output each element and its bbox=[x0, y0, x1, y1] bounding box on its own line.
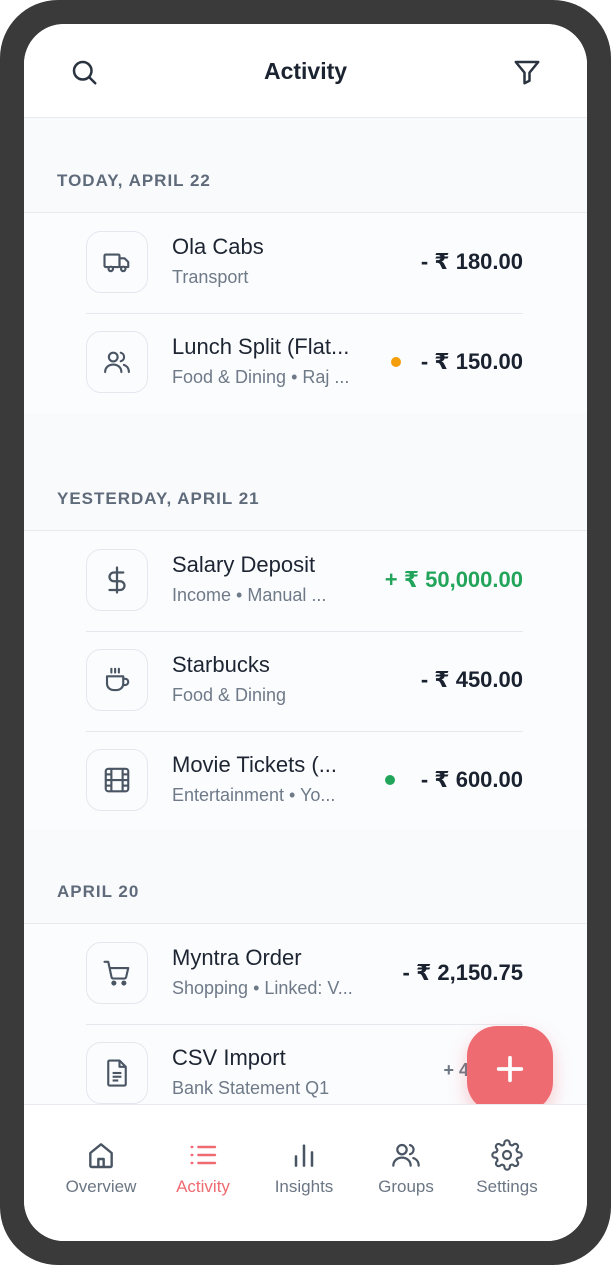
transaction-icon bbox=[86, 331, 148, 393]
transaction-amount: - ₹ 2,150.75 bbox=[402, 960, 524, 985]
gear-icon bbox=[491, 1139, 523, 1171]
section-header-april-20: APRIL 20 bbox=[24, 829, 587, 924]
transaction-subtitle: Income • Manual ... bbox=[172, 585, 327, 605]
transaction-amount: - ₹ 450.00 bbox=[420, 667, 523, 692]
transaction-title: Ola Cabs bbox=[172, 234, 264, 259]
transaction-row[interactable]: Ola Cabs Transport - ₹ 180.00 bbox=[86, 213, 523, 314]
transaction-row[interactable]: Lunch Split (Flat... Food & Dining • Raj… bbox=[86, 313, 523, 413]
transaction-amount: + ₹ 50,000.00 bbox=[384, 567, 523, 592]
pending-status-dot bbox=[391, 357, 401, 367]
home-icon bbox=[89, 1143, 113, 1169]
filter-button[interactable] bbox=[509, 54, 545, 90]
transaction-title: Lunch Split (Flat... bbox=[172, 334, 350, 359]
film-icon bbox=[104, 767, 130, 793]
section-header-yesterday: YESTERDAY, APRIL 21 bbox=[24, 436, 587, 531]
linked-status-dot bbox=[385, 775, 395, 785]
list-icon bbox=[190, 1145, 217, 1165]
transaction-subtitle: Food & Dining bbox=[172, 685, 287, 705]
section-label: YESTERDAY, APRIL 21 bbox=[57, 489, 260, 508]
transaction-row[interactable]: Starbucks Food & Dining - ₹ 450.00 bbox=[86, 631, 523, 732]
nav-label: Settings bbox=[476, 1177, 538, 1196]
users-icon bbox=[104, 351, 130, 374]
device-frame: Activity TODAY, APRIL 22 Ola Cabs Transp… bbox=[0, 0, 611, 1265]
transaction-icon bbox=[86, 649, 148, 711]
nav-item-groups[interactable]: Groups bbox=[356, 1139, 456, 1209]
transaction-row[interactable]: Salary Deposit Income • Manual ... + ₹ 5… bbox=[86, 531, 523, 632]
document-icon bbox=[107, 1059, 127, 1087]
nav-label: Groups bbox=[378, 1177, 434, 1196]
plus-icon bbox=[496, 1055, 524, 1083]
transaction-subtitle: Shopping • Linked: V... bbox=[172, 978, 353, 998]
coffee-icon bbox=[105, 667, 130, 692]
dollar-icon bbox=[108, 566, 126, 594]
transaction-subtitle: Entertainment • Yo... bbox=[172, 785, 336, 805]
transaction-amount: - ₹ 150.00 bbox=[420, 349, 523, 374]
cart-icon bbox=[103, 960, 130, 986]
transaction-subtitle: Bank Statement Q1 bbox=[172, 1078, 330, 1098]
transaction-title: Myntra Order bbox=[172, 945, 302, 970]
app-screen: Activity TODAY, APRIL 22 Ola Cabs Transp… bbox=[24, 24, 587, 1241]
transaction-row[interactable]: CSV Import Bank Statement Q1 + 42 bbox=[86, 1024, 523, 1104]
section-label: TODAY, APRIL 22 bbox=[57, 171, 211, 190]
transaction-title: Movie Tickets (... bbox=[172, 752, 338, 777]
bottom-nav: Overview Activity Insights Groups Settin… bbox=[24, 1104, 587, 1241]
section-label: APRIL 20 bbox=[57, 882, 140, 901]
transaction-icon bbox=[86, 1042, 148, 1104]
nav-item-activity[interactable]: Activity bbox=[153, 1139, 253, 1209]
top-bar: Activity bbox=[24, 24, 587, 118]
page-title: Activity bbox=[263, 58, 348, 84]
transaction-icon bbox=[86, 231, 148, 293]
nav-item-overview[interactable]: Overview bbox=[51, 1139, 151, 1209]
filter-icon bbox=[514, 60, 540, 85]
transaction-icon bbox=[86, 942, 148, 1004]
transaction-icon bbox=[86, 749, 148, 811]
transaction-title: Salary Deposit bbox=[172, 552, 316, 577]
transaction-row[interactable]: Movie Tickets (... Entertainment • Yo...… bbox=[86, 731, 523, 831]
nav-label: Activity bbox=[176, 1177, 230, 1196]
transaction-title: Starbucks bbox=[172, 652, 270, 677]
nav-label: Overview bbox=[65, 1177, 137, 1196]
users-icon bbox=[392, 1143, 420, 1167]
transaction-subtitle: Transport bbox=[172, 267, 249, 287]
transaction-amount: - ₹ 600.00 bbox=[420, 767, 523, 792]
transaction-row[interactable]: Myntra Order Shopping • Linked: V... - ₹… bbox=[86, 924, 523, 1025]
nav-item-insights[interactable]: Insights bbox=[254, 1139, 354, 1209]
section-header-today: TODAY, APRIL 22 bbox=[24, 118, 587, 213]
nav-item-settings[interactable]: Settings bbox=[457, 1139, 557, 1209]
truck-icon bbox=[103, 253, 130, 273]
bar-chart-icon bbox=[294, 1144, 314, 1167]
transaction-amount: - ₹ 180.00 bbox=[420, 249, 523, 274]
transaction-icon bbox=[86, 549, 148, 611]
transaction-title: CSV Import bbox=[172, 1045, 286, 1070]
transaction-subtitle: Food & Dining • Raj ... bbox=[172, 367, 350, 387]
activity-feed[interactable]: TODAY, APRIL 22 Ola Cabs Transport - ₹ 1… bbox=[24, 118, 587, 1104]
nav-label: Insights bbox=[274, 1177, 334, 1196]
transaction-list-today: Ola Cabs Transport - ₹ 180.00 Lunch Spli… bbox=[24, 213, 587, 413]
add-transaction-button[interactable] bbox=[467, 1026, 553, 1112]
transaction-list-yesterday: Salary Deposit Income • Manual ... + ₹ 5… bbox=[24, 531, 587, 831]
